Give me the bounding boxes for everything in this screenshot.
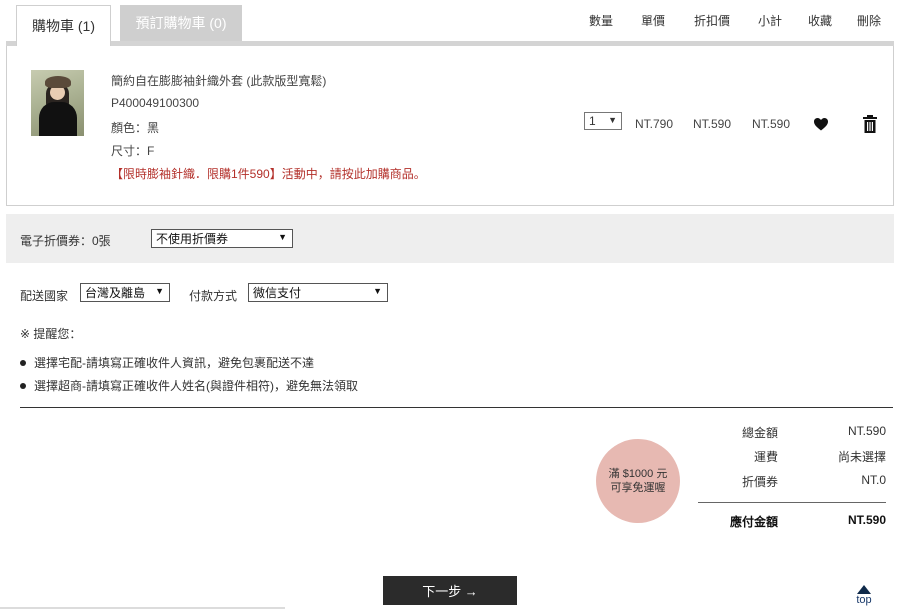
trash-icon[interactable] — [863, 115, 877, 133]
quantity-value: 1 — [589, 114, 596, 128]
chevron-down-icon: ▼ — [608, 115, 617, 125]
payable-value: NT.590 — [847, 513, 886, 527]
shipping-fee-value: 尚未選擇 — [837, 450, 886, 464]
next-step-button[interactable]: 下一步 → — [383, 576, 517, 605]
payment-method-select[interactable]: 微信支付 ▼ — [248, 283, 388, 302]
free-shipping-line1: 滿 $1000 元 — [608, 468, 668, 480]
payable-label: 應付金額 — [729, 515, 778, 529]
heart-icon[interactable] — [813, 116, 829, 132]
summary-divider — [698, 502, 886, 503]
product-name[interactable]: 簡約自在膨膨袖針織外套 (此款版型寬鬆) — [111, 72, 326, 89]
tab-preorder-cart[interactable]: 預訂購物車 (0) — [120, 5, 242, 41]
subtotal: NT.590 — [752, 117, 791, 131]
tab-cart[interactable]: 購物車 (1) — [16, 5, 111, 46]
column-header-delete: 刪除 — [857, 14, 882, 28]
free-shipping-badge: 滿 $1000 元 可享免運喔 — [596, 439, 680, 523]
bottom-divider — [0, 607, 285, 609]
promo-link[interactable]: 【限時膨袖針織．限購1件590】活動中，請按此加購商品。 — [111, 165, 426, 182]
total-label: 總金額 — [741, 426, 778, 440]
total-value: NT.590 — [847, 424, 886, 438]
product-sku: P400049100300 — [111, 96, 200, 110]
product-photo[interactable] — [31, 70, 84, 136]
shipping-country-value: 台灣及離島 — [85, 286, 146, 300]
bullet-icon — [20, 382, 26, 389]
reminder-item: 選擇宅配-請填寫正確收件人資訊，避免包裹配送不達 — [20, 354, 314, 371]
coupon-label: 電子折價券：0張 — [20, 234, 111, 248]
product-size: 尺寸：F — [111, 144, 155, 158]
bullet-icon — [20, 359, 26, 366]
unit-price: NT.790 — [635, 117, 674, 131]
back-to-top-label: top — [856, 594, 872, 606]
payment-method-label: 付款方式 — [189, 289, 238, 303]
column-header-discount-price: 折扣價 — [694, 14, 731, 28]
chevron-down-icon: ▼ — [155, 286, 164, 296]
column-header-unit-price: 單價 — [641, 14, 666, 28]
coupon-bar: 電子折價券：0張 不使用折價券 ▼ — [6, 214, 894, 263]
shipping-country-label: 配送國家 — [20, 289, 69, 303]
free-shipping-line2: 可享免運喔 — [610, 482, 666, 494]
chevron-down-icon: ▼ — [278, 232, 287, 242]
reminder-title: ※ 提醒您： — [20, 327, 82, 341]
column-header-favorite: 收藏 — [808, 14, 833, 28]
quantity-select[interactable]: 1 ▼ — [584, 112, 622, 130]
cart-item: 簡約自在膨膨袖針織外套 (此款版型寬鬆) P400049100300 顏色：黑 … — [6, 46, 894, 206]
column-header-subtotal: 小計 — [758, 14, 783, 28]
product-color: 顏色：黑 — [111, 121, 160, 135]
shipping-country-select[interactable]: 台灣及離島 ▼ — [80, 283, 170, 302]
reminder-item: 選擇超商-請填寫正確收件人姓名(與證件相符)，避免無法領取 — [20, 377, 358, 394]
coupon-select[interactable]: 不使用折價券 ▼ — [151, 229, 293, 248]
arrow-up-icon — [857, 585, 871, 594]
coupon-selected-value: 不使用折價券 — [156, 232, 229, 246]
back-to-top-button[interactable]: top — [851, 583, 877, 609]
column-header-qty: 數量 — [589, 14, 614, 28]
coupon-discount-label: 折價券 — [741, 475, 778, 489]
chevron-down-icon: ▼ — [373, 286, 382, 296]
shipping-fee-label: 運費 — [753, 450, 778, 464]
coupon-discount-value: NT.0 — [861, 473, 886, 487]
divider — [20, 407, 893, 408]
payment-method-value: 微信支付 — [253, 286, 302, 300]
discount-price: NT.590 — [693, 117, 732, 131]
